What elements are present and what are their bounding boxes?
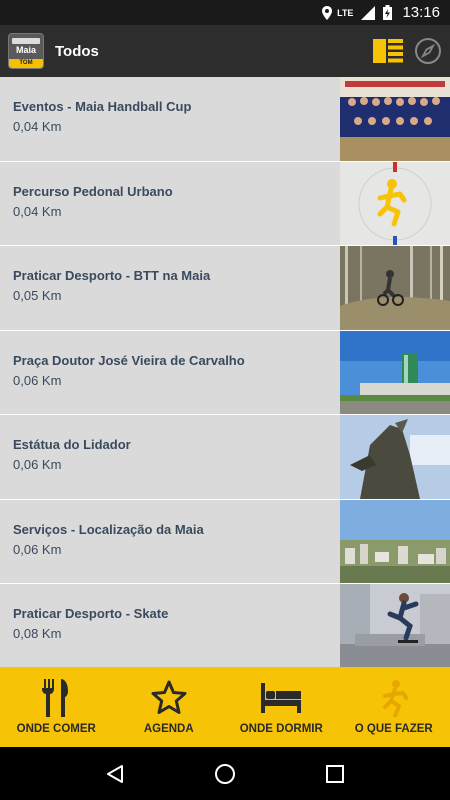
item-distance: 0,06 Km: [13, 457, 62, 472]
compass-icon: [415, 38, 441, 64]
status-time: 13:16: [402, 4, 440, 21]
fork-knife-icon: [41, 679, 71, 717]
item-thumbnail: [340, 499, 450, 583]
item-thumbnail: [340, 330, 450, 414]
recents-button[interactable]: [315, 754, 355, 794]
bed-icon: [261, 679, 302, 717]
item-title: Praticar Desporto - Skate: [13, 606, 169, 621]
item-distance: 0,05 Km: [13, 288, 62, 303]
list-view-icon: [373, 39, 403, 63]
list-item[interactable]: Eventos - Maia Handball Cup 0,04 Km: [0, 77, 450, 162]
system-nav-bar: [0, 747, 450, 800]
item-title: Praticar Desporto - BTT na Maia: [13, 268, 211, 283]
item-title: Praça Doutor José Vieira de Carvalho: [13, 352, 245, 368]
map-view-button[interactable]: [410, 33, 446, 69]
list-view-button[interactable]: [370, 33, 406, 69]
app-bar: Maia TOM Todos: [0, 25, 450, 77]
item-title: Eventos - Maia Handball Cup: [13, 99, 192, 114]
tab-label: ONDE COMER: [16, 723, 96, 735]
tab-onde-dormir[interactable]: ONDE DORMIR: [225, 667, 338, 747]
item-thumbnail: [340, 584, 450, 667]
item-thumbnail: [340, 246, 450, 330]
list-item-text: Eventos - Maia Handball Cup 0,04 Km: [0, 77, 340, 161]
poi-list[interactable]: Eventos - Maia Handball Cup 0,04 Km Perc…: [0, 77, 450, 667]
list-item[interactable]: Estátua do Lidador 0,06 Km: [0, 415, 450, 500]
list-item[interactable]: Percurso Pedonal Urbano 0,04 Km: [0, 161, 450, 246]
item-title: Percurso Pedonal Urbano: [13, 183, 173, 199]
tab-label: O QUE FAZER: [354, 723, 433, 735]
tab-onde-comer[interactable]: ONDE COMER: [0, 667, 113, 747]
list-item-text: Serviços - Localização da Maia 0,06 Km: [0, 500, 340, 584]
network-type: LTE: [337, 7, 354, 18]
back-icon: [107, 764, 123, 783]
item-thumbnail: [340, 77, 450, 161]
logo-header: [12, 38, 40, 44]
logo-name: Maia: [15, 45, 36, 55]
tab-o-que-fazer[interactable]: O QUE FAZER: [338, 667, 450, 747]
runner-icon: [379, 679, 409, 717]
home-button[interactable]: [205, 754, 245, 794]
star-icon: [150, 679, 188, 717]
list-item-text: Praça Doutor José Vieira de Carvalho 0,0…: [0, 331, 340, 415]
item-title: Estátua do Lidador: [13, 437, 131, 452]
item-distance: 0,04 Km: [13, 119, 62, 134]
list-item-text: Praticar Desporto - BTT na Maia 0,05 Km: [0, 246, 340, 330]
tab-label: ONDE DORMIR: [239, 723, 323, 735]
battery-icon: [383, 5, 393, 20]
list-item-text: Praticar Desporto - Skate 0,08 Km: [0, 584, 340, 667]
page-title: Todos: [55, 42, 99, 60]
list-item[interactable]: Praça Doutor José Vieira de Carvalho 0,0…: [0, 330, 450, 415]
recents-icon: [326, 764, 344, 783]
list-item[interactable]: Serviços - Localização da Maia 0,06 Km: [0, 499, 450, 584]
item-distance: 0,06 Km: [13, 541, 62, 557]
list-item-text: Estátua do Lidador 0,06 Km: [0, 415, 340, 499]
item-thumbnail: [340, 415, 450, 499]
home-icon: [215, 763, 235, 784]
item-distance: 0,06 Km: [13, 372, 62, 388]
item-distance: 0,08 Km: [13, 626, 62, 641]
item-title: Serviços - Localização da Maia: [13, 521, 204, 537]
location-icon: [321, 5, 333, 20]
tab-label: AGENDA: [143, 723, 194, 735]
app-logo[interactable]: Maia TOM: [8, 33, 44, 69]
list-item-text: Percurso Pedonal Urbano 0,04 Km: [0, 162, 340, 246]
item-distance: 0,04 Km: [13, 203, 62, 219]
back-button[interactable]: [95, 754, 135, 794]
list-item[interactable]: Praticar Desporto - BTT na Maia 0,05 Km: [0, 246, 450, 331]
item-thumbnail: [340, 161, 450, 245]
logo-badge: TOM: [9, 59, 43, 68]
signal-icon: [361, 5, 376, 20]
status-bar: LTE 13:16: [0, 0, 450, 25]
bottom-tab-bar: ONDE COMER AGENDA ONDE DORMIR O QUE FAZE…: [0, 667, 450, 747]
list-item[interactable]: Praticar Desporto - Skate 0,08 Km: [0, 584, 450, 667]
tab-agenda[interactable]: AGENDA: [113, 667, 226, 747]
